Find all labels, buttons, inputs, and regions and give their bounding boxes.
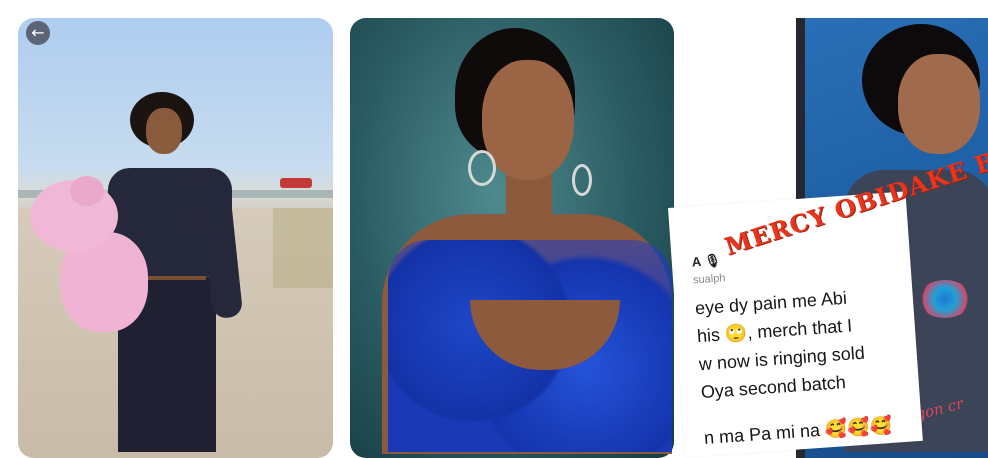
teddy-bear-ear	[70, 176, 104, 206]
grass-patch	[273, 208, 333, 288]
tweet-line: his 🙄, merch that I	[696, 315, 853, 347]
earring-right	[572, 164, 592, 196]
earring-left	[468, 150, 496, 186]
shirt-eye-print	[918, 280, 972, 318]
person-face	[898, 54, 980, 154]
tweet-line: Oya second batch	[700, 372, 847, 403]
tweet-line: n ma Pa mi na 🥰🥰🥰	[703, 414, 893, 449]
distant-car	[280, 178, 312, 188]
tweet-subhandle: sualph	[692, 272, 726, 287]
tweet-line: eye dy pain me Abi	[694, 287, 848, 319]
person-face	[146, 108, 182, 154]
back-arrow-icon[interactable]: ←	[26, 21, 50, 45]
tweet-handle: A 🎙	[691, 252, 722, 270]
person-face	[482, 60, 574, 180]
tweet-line: w now is ringing sold	[698, 342, 866, 375]
